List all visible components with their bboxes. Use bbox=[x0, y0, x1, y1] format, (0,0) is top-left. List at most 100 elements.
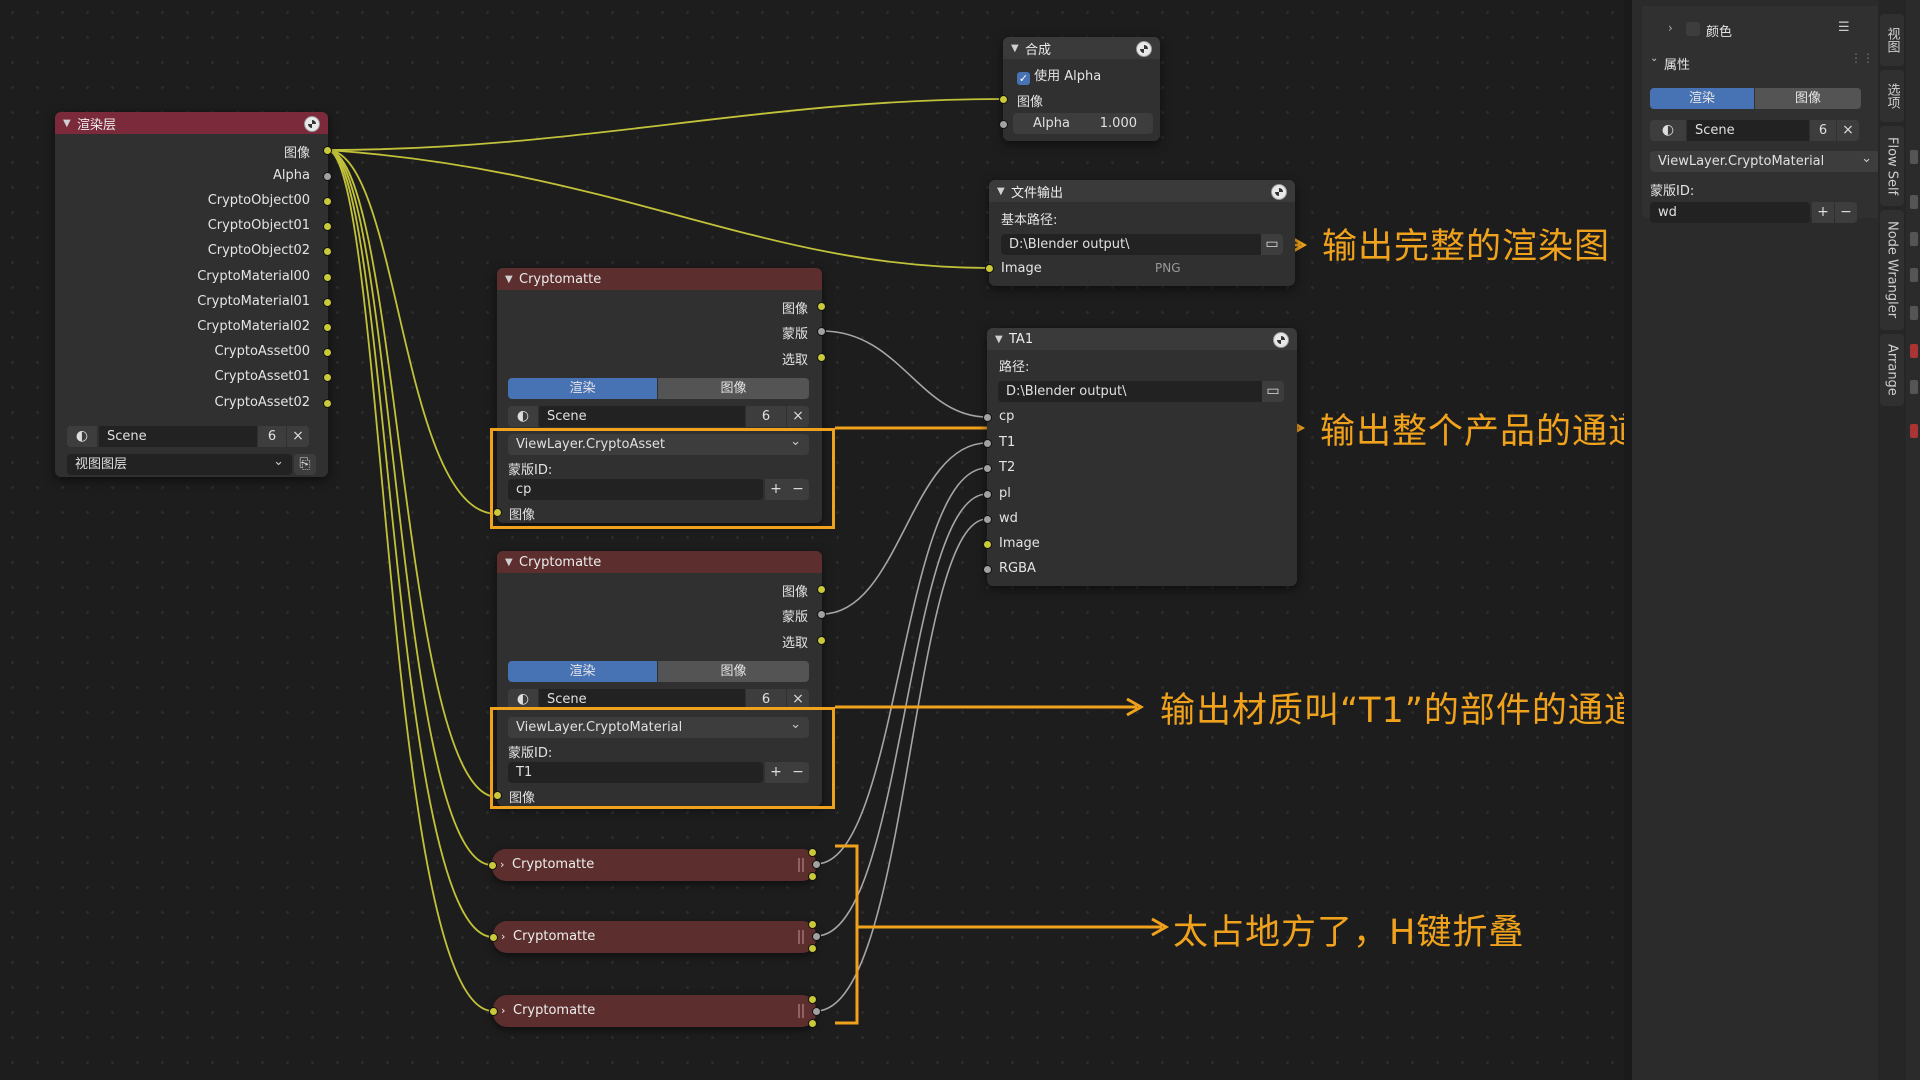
socket-output-image[interactable] bbox=[808, 848, 817, 857]
collapsed-cryptomatte-node[interactable]: › Cryptomatte bbox=[492, 849, 816, 881]
socket-output-matte[interactable] bbox=[812, 932, 821, 941]
tool-icon[interactable] bbox=[1910, 306, 1918, 320]
view-layer-select[interactable]: 视图图层 bbox=[67, 454, 292, 475]
expand-chevron-icon[interactable]: › bbox=[501, 995, 505, 1027]
composite-node[interactable]: ▼ 合成 ✓ 使用 Alpha 图像 Alpha 1.000 bbox=[999, 37, 1160, 141]
color-chevron-icon[interactable]: › bbox=[1668, 21, 1673, 35]
socket-output-matte[interactable] bbox=[812, 1007, 821, 1016]
folder-icon[interactable]: ▭ bbox=[1261, 234, 1283, 255]
socket-image[interactable] bbox=[323, 146, 332, 155]
tool-icon[interactable] bbox=[1910, 150, 1918, 164]
socket-cryptomaterial00[interactable] bbox=[323, 273, 332, 282]
collapsed-cryptomatte-node[interactable]: › Cryptomatte bbox=[493, 921, 816, 953]
alpha-field[interactable]: Alpha 1.000 bbox=[1013, 113, 1153, 134]
properties-chevron-icon[interactable]: ⌄ bbox=[1650, 53, 1658, 64]
tool-icon[interactable] bbox=[1910, 268, 1918, 282]
collapse-chevron-icon[interactable]: ▼ bbox=[505, 274, 519, 285]
collapsed-cryptomatte-node[interactable]: › Cryptomatte bbox=[493, 995, 816, 1027]
drag-handle-icon[interactable]: ⋮⋮ bbox=[1850, 51, 1874, 65]
expand-chevron-icon[interactable]: › bbox=[500, 849, 504, 881]
file-output-header[interactable]: ▼ 文件输出 bbox=[989, 180, 1295, 202]
collapse-chevron-icon[interactable]: ▼ bbox=[505, 557, 519, 568]
socket-output-image[interactable] bbox=[808, 995, 817, 1004]
socket-input-t1[interactable] bbox=[983, 439, 992, 448]
socket-output-pick[interactable] bbox=[808, 872, 817, 881]
socket-input-image[interactable] bbox=[489, 933, 498, 942]
tab-render[interactable]: 渲染 bbox=[508, 378, 657, 399]
cryptomatte-header[interactable]: ▼ Cryptomatte bbox=[497, 551, 822, 573]
socket-output-matte[interactable] bbox=[812, 860, 821, 869]
socket-input-t2[interactable] bbox=[983, 464, 992, 473]
tab-arrange[interactable]: Arrange bbox=[1880, 334, 1904, 406]
tab-render[interactable]: 渲染 bbox=[1650, 88, 1754, 109]
scene-browse-icon[interactable]: ◐ bbox=[508, 406, 538, 427]
tab-render[interactable]: 渲染 bbox=[508, 661, 657, 682]
tab-image[interactable]: 图像 bbox=[658, 661, 809, 682]
socket-input-cp[interactable] bbox=[983, 413, 992, 422]
remove-icon[interactable]: − bbox=[1835, 202, 1857, 223]
cryptomatte-header[interactable]: ▼ Cryptomatte bbox=[497, 268, 822, 290]
socket-input-image[interactable] bbox=[999, 95, 1008, 104]
socket-cryptoobject00[interactable] bbox=[323, 197, 332, 206]
scene-browse-icon[interactable]: ◐ bbox=[67, 426, 97, 447]
tool-icon[interactable] bbox=[1910, 380, 1918, 394]
tool-icon[interactable] bbox=[1910, 195, 1918, 209]
socket-cryptoobject01[interactable] bbox=[323, 222, 332, 231]
socket-input-alpha[interactable] bbox=[999, 120, 1008, 129]
collapse-chevron-icon[interactable]: ▼ bbox=[1011, 43, 1025, 54]
scene-field[interactable]: Scene bbox=[1687, 120, 1809, 141]
socket-cryptoasset01[interactable] bbox=[323, 373, 332, 382]
socket-output-pick[interactable] bbox=[808, 1019, 817, 1028]
scene-field[interactable]: Scene bbox=[539, 406, 745, 427]
use-alpha-checkbox[interactable]: ✓ bbox=[1017, 72, 1030, 85]
socket-cryptoasset02[interactable] bbox=[323, 399, 332, 408]
folder-icon[interactable]: ▭ bbox=[1262, 381, 1284, 402]
collapse-chevron-icon[interactable]: ▼ bbox=[63, 118, 77, 129]
sidebar-divider[interactable] bbox=[1624, 0, 1632, 1080]
composite-header[interactable]: ▼ 合成 bbox=[1003, 37, 1160, 59]
tool-icon[interactable] bbox=[1910, 232, 1918, 246]
layer-select[interactable]: ViewLayer.CryptoMaterial bbox=[1650, 151, 1880, 172]
scene-unlink-icon[interactable]: × bbox=[1837, 120, 1859, 141]
base-path-field[interactable]: D:\Blender output\ bbox=[1001, 234, 1265, 255]
socket-output-image[interactable] bbox=[817, 585, 826, 594]
path-field[interactable]: D:\Blender output\ bbox=[998, 381, 1266, 402]
scene-unlink-icon[interactable]: × bbox=[787, 406, 809, 427]
socket-input-rgba[interactable] bbox=[983, 565, 992, 574]
collapse-chevron-icon[interactable]: ▼ bbox=[995, 334, 1009, 345]
socket-cryptoasset00[interactable] bbox=[323, 348, 332, 357]
tab-options[interactable]: 选项 bbox=[1880, 70, 1904, 122]
color-checkbox[interactable] bbox=[1686, 22, 1700, 36]
render-layers-node[interactable]: ▼ 渲染层 图像 Alpha CryptoObject00 CryptoObje… bbox=[55, 112, 332, 477]
collapse-chevron-icon[interactable]: ▼ bbox=[997, 186, 1011, 197]
socket-input-image[interactable] bbox=[488, 861, 497, 870]
scene-browse-icon[interactable]: ◐ bbox=[1650, 120, 1686, 141]
socket-cryptomaterial01[interactable] bbox=[323, 298, 332, 307]
matte-id-field[interactable]: wd bbox=[1650, 202, 1810, 223]
socket-output-image[interactable] bbox=[808, 920, 817, 929]
tool-icon[interactable] bbox=[1910, 424, 1918, 438]
socket-input-image[interactable] bbox=[489, 1007, 498, 1016]
ta1-header[interactable]: ▼ TA1 bbox=[987, 328, 1297, 350]
use-alpha-option[interactable]: ✓ 使用 Alpha bbox=[1017, 65, 1101, 85]
socket-input-image[interactable] bbox=[983, 540, 992, 549]
add-icon[interactable]: + bbox=[1812, 202, 1834, 223]
tool-icon[interactable] bbox=[1910, 344, 1918, 358]
tab-image[interactable]: 图像 bbox=[1755, 88, 1861, 109]
socket-input-image[interactable] bbox=[985, 264, 994, 273]
socket-cryptomaterial02[interactable] bbox=[323, 323, 332, 332]
socket-output-pick[interactable] bbox=[817, 636, 826, 645]
ta1-file-output-node[interactable]: ▼ TA1 路径: D:\Blender output\ ▭ cp T1 T2 … bbox=[983, 328, 1297, 586]
socket-input-pl[interactable] bbox=[983, 490, 992, 499]
socket-cryptoobject02[interactable] bbox=[323, 247, 332, 256]
socket-output-image[interactable] bbox=[817, 302, 826, 311]
render-layers-header[interactable]: ▼ 渲染层 bbox=[55, 112, 328, 134]
socket-output-pick[interactable] bbox=[817, 353, 826, 362]
socket-alpha[interactable] bbox=[323, 172, 332, 181]
tab-view[interactable]: 视图 bbox=[1880, 14, 1904, 66]
socket-input-wd[interactable] bbox=[983, 515, 992, 524]
socket-output-pick[interactable] bbox=[808, 944, 817, 953]
tab-node-wrangler[interactable]: Node Wrangler bbox=[1880, 210, 1904, 330]
scene-unlink-icon[interactable]: × bbox=[287, 426, 309, 447]
list-icon[interactable]: ☰ bbox=[1838, 20, 1850, 35]
